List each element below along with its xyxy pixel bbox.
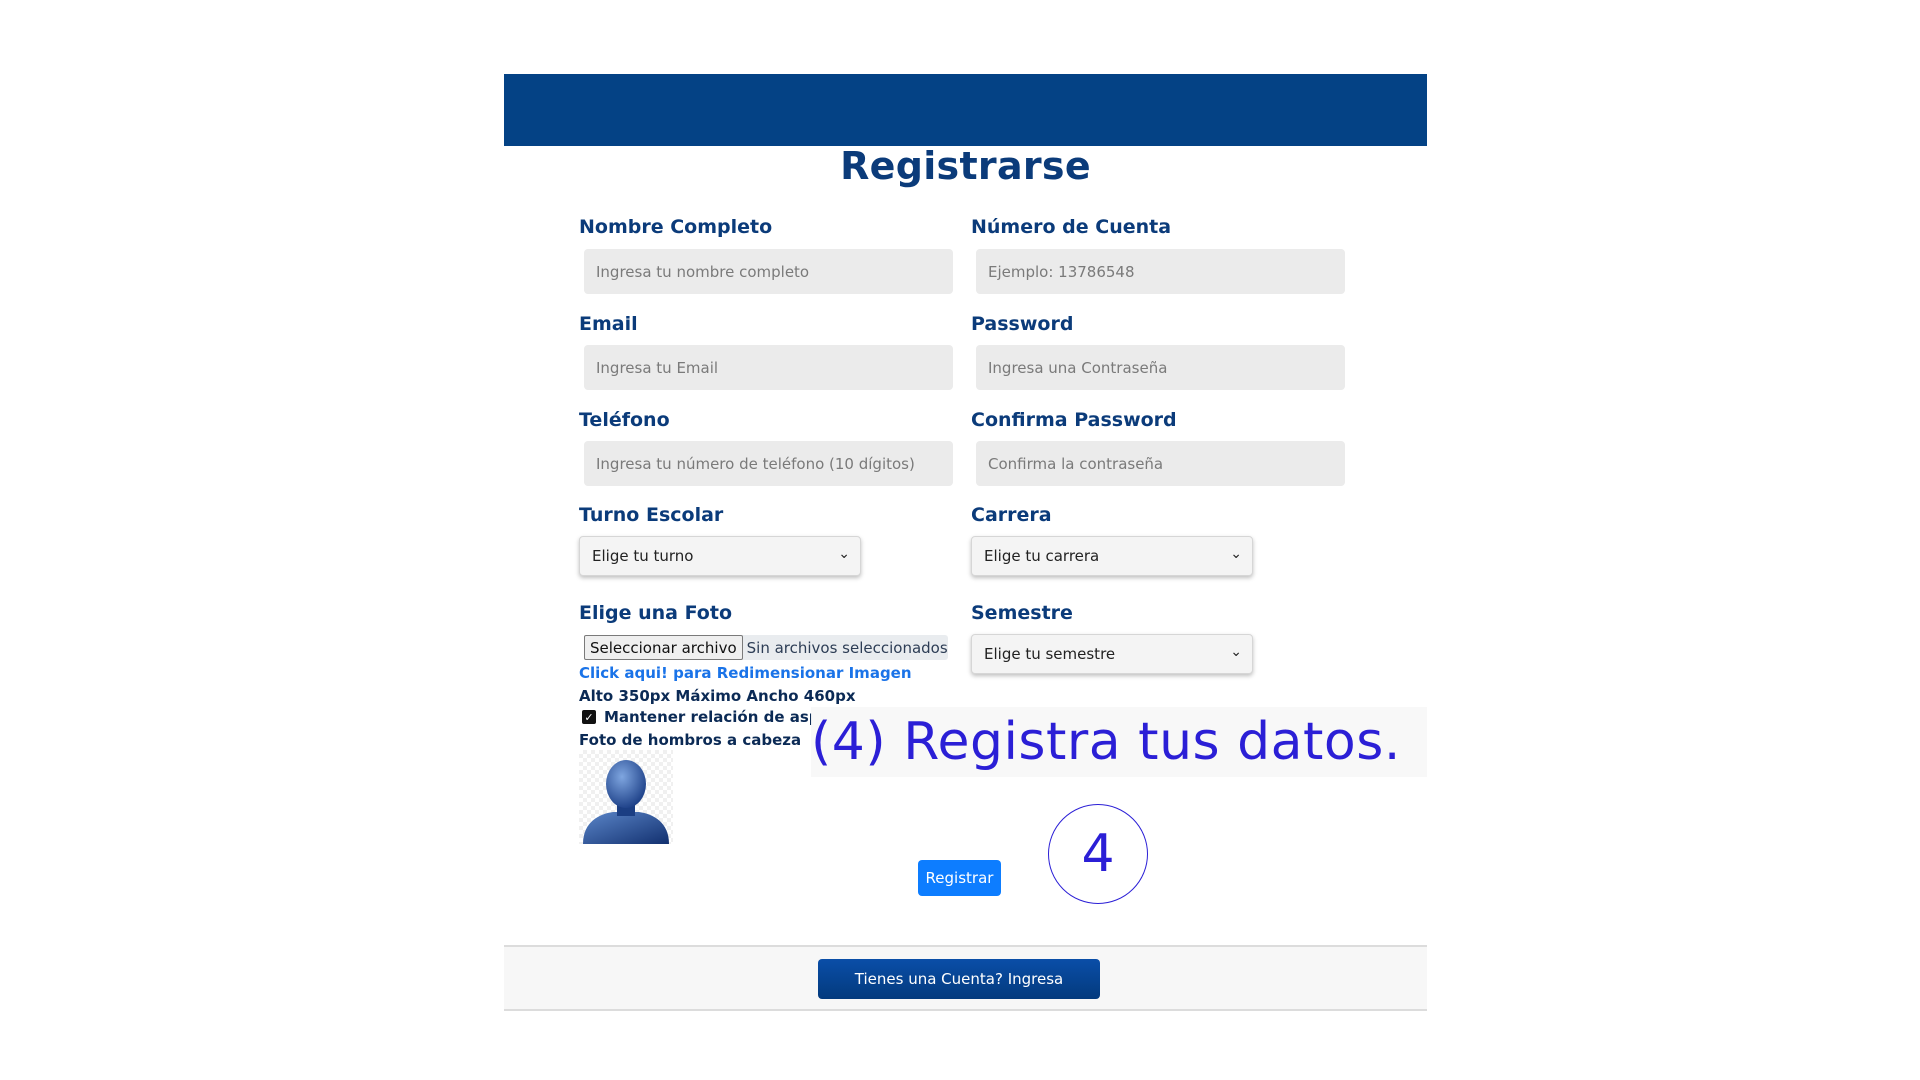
step-circle: 4 bbox=[1048, 804, 1148, 904]
avatar-placeholder bbox=[579, 750, 673, 844]
chevron-down-icon: ⌄ bbox=[838, 546, 850, 562]
carrera-label: Carrera bbox=[971, 504, 1052, 526]
select-file-button[interactable]: Seleccionar archivo bbox=[584, 635, 743, 660]
file-status: Sin archivos seleccionados bbox=[746, 638, 948, 657]
step-callout: (4) Registra tus datos. bbox=[811, 707, 1427, 777]
telefono-input[interactable] bbox=[584, 441, 953, 486]
nombre-input[interactable] bbox=[584, 249, 953, 294]
aspect-ratio-checkbox[interactable]: ✓ bbox=[582, 710, 596, 724]
semestre-select[interactable]: Elige tu semestre ⌄ bbox=[971, 634, 1253, 674]
password-input[interactable] bbox=[976, 345, 1345, 390]
chevron-down-icon: ⌄ bbox=[1230, 644, 1242, 660]
user-silhouette-icon bbox=[583, 760, 669, 844]
page-title: Registrarse bbox=[840, 144, 1091, 188]
carrera-select[interactable]: Elige tu carrera ⌄ bbox=[971, 536, 1253, 576]
resize-image-link[interactable]: Click aqui! para Redimensionar Imagen bbox=[579, 664, 912, 682]
file-input[interactable]: Seleccionar archivo Sin archivos selecci… bbox=[584, 635, 948, 660]
registration-page: Registrarse Nombre Completo Número de Cu… bbox=[0, 0, 1920, 1080]
confirm-password-input[interactable] bbox=[976, 441, 1345, 486]
register-button[interactable]: Registrar bbox=[918, 860, 1001, 896]
semestre-select-value: Elige tu semestre bbox=[984, 645, 1116, 663]
login-link-button[interactable]: Tienes una Cuenta? Ingresa bbox=[818, 959, 1100, 999]
turno-label: Turno Escolar bbox=[579, 504, 724, 526]
footer: Tienes una Cuenta? Ingresa bbox=[504, 945, 1427, 1011]
email-input[interactable] bbox=[584, 345, 953, 390]
email-label: Email bbox=[579, 313, 638, 335]
carrera-select-value: Elige tu carrera bbox=[984, 547, 1100, 565]
telefono-label: Teléfono bbox=[579, 409, 670, 431]
semestre-label: Semestre bbox=[971, 602, 1073, 624]
cuenta-label: Número de Cuenta bbox=[971, 216, 1172, 238]
turno-select-value: Elige tu turno bbox=[592, 547, 694, 565]
chevron-down-icon: ⌄ bbox=[1230, 546, 1242, 562]
size-note: Alto 350px Máximo Ancho 460px bbox=[579, 687, 856, 705]
photo-hint: Foto de hombros a cabeza bbox=[579, 731, 802, 749]
registration-card: Registrarse Nombre Completo Número de Cu… bbox=[504, 74, 1427, 1011]
header-bar bbox=[504, 74, 1427, 146]
nombre-label: Nombre Completo bbox=[579, 216, 773, 238]
foto-label: Elige una Foto bbox=[579, 602, 732, 624]
password-label: Password bbox=[971, 313, 1074, 335]
aspect-ratio-label: Mantener relación de aspecto bbox=[604, 708, 812, 726]
turno-select[interactable]: Elige tu turno ⌄ bbox=[579, 536, 861, 576]
cuenta-input[interactable] bbox=[976, 249, 1345, 294]
aspect-ratio-checkbox-row[interactable]: ✓ Mantener relación de aspecto bbox=[582, 708, 812, 726]
confirm-password-label: Confirma Password bbox=[971, 409, 1177, 431]
